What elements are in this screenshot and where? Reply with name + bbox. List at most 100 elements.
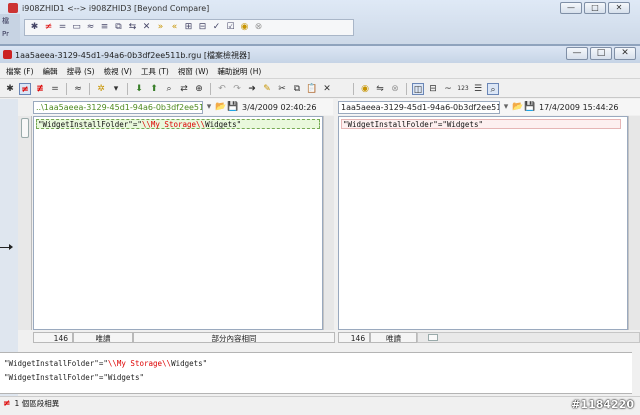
overview-thumb[interactable]: [21, 118, 29, 138]
collapse-icon[interactable]: ⊟: [197, 22, 208, 33]
asterisk-icon[interactable]: ✱: [29, 22, 40, 33]
bg-left-strip: 檔 Pr: [0, 14, 20, 44]
title-bar: 1aa5aeea-3129-45d1-94a6-0b3df2ee511b.rgu…: [0, 46, 640, 63]
folder-icon[interactable]: 📂: [215, 102, 227, 112]
menu-search[interactable]: 搜尋 (S): [67, 66, 95, 77]
menu-file[interactable]: 檔案 (F): [6, 66, 34, 77]
find-next-icon[interactable]: ⊕: [193, 83, 205, 95]
copy-icon[interactable]: ⧉: [291, 83, 303, 95]
right-horizontal-scrollbar[interactable]: [416, 332, 640, 343]
maximize-button[interactable]: □: [590, 47, 612, 60]
toolbar-separator: [406, 82, 407, 95]
expand-icon[interactable]: ⊞: [183, 22, 194, 33]
over-under-icon[interactable]: ⊟: [427, 83, 439, 95]
left-line-1[interactable]: "WidgetInstallFolder"="\\My Storage\\Wid…: [36, 119, 320, 129]
not-equal-icon: ≠: [3, 398, 11, 409]
right-line-1[interactable]: "WidgetInstallFolder"="Widgets": [341, 119, 621, 129]
bg-toolbar: ✱ ≠ = ▭ ≈ ≡ ⧉ ⇆ ✕ » « ⊞ ⊟ ✓ ☑ ◉ ⊗: [24, 19, 354, 36]
equal-icon[interactable]: =: [57, 22, 68, 33]
dropdown-icon[interactable]: ▾: [203, 102, 215, 112]
stop-icon[interactable]: ⊗: [389, 83, 401, 95]
watermark: #1184220: [571, 398, 634, 411]
scroll-thumb[interactable]: [427, 334, 438, 341]
left-vertical-scrollbar[interactable]: [323, 116, 334, 330]
next-diff-icon[interactable]: ⬇: [133, 83, 145, 95]
sync-left-icon[interactable]: «: [169, 22, 180, 33]
right-readonly-label: 唯讀: [370, 332, 417, 343]
stop-icon[interactable]: ⊗: [253, 22, 264, 33]
folder-icon[interactable]: ▭: [71, 22, 82, 33]
dropdown-icon[interactable]: ▾: [110, 83, 122, 95]
right-text-pane[interactable]: "WidgetInstallFolder"="Widgets": [338, 116, 628, 330]
menu-edit[interactable]: 編輯: [43, 66, 58, 77]
close-button[interactable]: ✕: [614, 47, 636, 60]
tools-icon[interactable]: ✲: [95, 83, 107, 95]
save-icon[interactable]: 💾: [524, 102, 536, 112]
right-vertical-scrollbar[interactable]: [628, 116, 640, 330]
refresh-icon[interactable]: ◉: [359, 83, 371, 95]
right-path-bar: 1aa5aeea-3129-45d1-94a6-0b3df2ee511 ▾ 📂 …: [338, 99, 640, 115]
copy-icon[interactable]: ⧉: [113, 22, 124, 33]
app-icon: [3, 50, 12, 59]
toolbar-separator: [127, 82, 128, 95]
menu-bar: 檔案 (F) 編輯 搜尋 (S) 檢視 (V) 工具 (T) 視窗 (W) 輔助…: [0, 65, 640, 79]
diff-overview-gutter[interactable]: [18, 116, 32, 330]
bg-minimize-button[interactable]: —: [560, 2, 582, 14]
swap-icon[interactable]: ⇋: [374, 83, 386, 95]
pen-icon[interactable]: ✎: [261, 83, 273, 95]
side-by-side-icon[interactable]: ◫: [412, 82, 424, 95]
zoom-icon[interactable]: ⌕: [487, 82, 499, 95]
status-bar: ≠ 1 個區段相異: [0, 396, 640, 410]
equal-icon[interactable]: =: [49, 83, 61, 95]
bg-strip-label: Pr: [2, 30, 9, 38]
compare-icon[interactable]: ≡: [99, 22, 110, 33]
redo-icon[interactable]: ↷: [231, 83, 243, 95]
menu-help[interactable]: 輔助說明 (H): [217, 66, 261, 77]
background-window-title: i908ZHID1 <--> i908ZHID3 [Beyond Compare…: [22, 4, 210, 13]
undo-icon[interactable]: ↶: [216, 83, 228, 95]
asterisk-icon[interactable]: ✱: [4, 83, 16, 95]
toolbar-separator: [353, 82, 354, 95]
not-equal-icon[interactable]: ≠: [43, 22, 54, 33]
copy-right-icon[interactable]: ➜: [246, 83, 258, 95]
left-path-bar: ..\1aa5aeea-3129-45d1-94a6-0b3df2ee51 ▾ …: [33, 99, 333, 115]
replace-icon[interactable]: ⇄: [178, 83, 190, 95]
toolbar-separator: [210, 82, 211, 95]
bg-maximize-button[interactable]: □: [584, 2, 606, 14]
menu-window[interactable]: 視窗 (W): [178, 66, 209, 77]
right-file-date: 17/4/2009 15:44:26: [539, 102, 619, 112]
move-icon[interactable]: ⇆: [127, 22, 138, 33]
menu-view[interactable]: 檢視 (V): [104, 66, 132, 77]
approx-icon[interactable]: ≈: [85, 22, 96, 33]
lines-icon[interactable]: ☰: [472, 83, 484, 95]
save-icon[interactable]: 💾: [227, 102, 239, 112]
cut-icon[interactable]: ✂: [276, 83, 288, 95]
minimize-button[interactable]: —: [566, 47, 588, 60]
line-numbers-icon[interactable]: 123: [457, 83, 469, 95]
bg-close-button[interactable]: ✕: [608, 2, 630, 14]
bg-strip-label: 檔: [2, 17, 9, 25]
check-all-icon[interactable]: ☑: [225, 22, 236, 33]
left-readonly-label: 唯讀: [73, 332, 133, 343]
left-path-input[interactable]: ..\1aa5aeea-3129-45d1-94a6-0b3df2ee51: [33, 100, 203, 114]
check-icon[interactable]: ✓: [211, 22, 222, 33]
find-icon[interactable]: ⌕: [163, 83, 175, 95]
beyond-compare-icon: [8, 3, 18, 13]
approx-icon[interactable]: ≈: [72, 83, 84, 95]
refresh-icon[interactable]: ◉: [239, 22, 250, 33]
not-equal-icon[interactable]: ≠: [19, 82, 31, 95]
not-equal-filter-icon[interactable]: ≢: [34, 83, 46, 95]
status-text: 1 個區段相異: [14, 399, 60, 408]
folder-icon[interactable]: 📂: [512, 102, 524, 112]
sync-right-icon[interactable]: »: [155, 22, 166, 33]
paste-icon[interactable]: 📋: [306, 83, 318, 95]
delete-icon[interactable]: ✕: [321, 83, 333, 95]
ignore-whitespace-icon[interactable]: ~: [442, 83, 454, 95]
left-text-pane[interactable]: "WidgetInstallFolder"="\\My Storage\\Wid…: [33, 116, 323, 330]
detail-line-right: "WidgetInstallFolder"="Widgets": [4, 373, 144, 382]
delete-icon[interactable]: ✕: [141, 22, 152, 33]
prev-diff-icon[interactable]: ⬆: [148, 83, 160, 95]
menu-tools[interactable]: 工具 (T): [141, 66, 169, 77]
dropdown-icon[interactable]: ▾: [500, 102, 512, 112]
right-path-input[interactable]: 1aa5aeea-3129-45d1-94a6-0b3df2ee511: [338, 100, 500, 114]
